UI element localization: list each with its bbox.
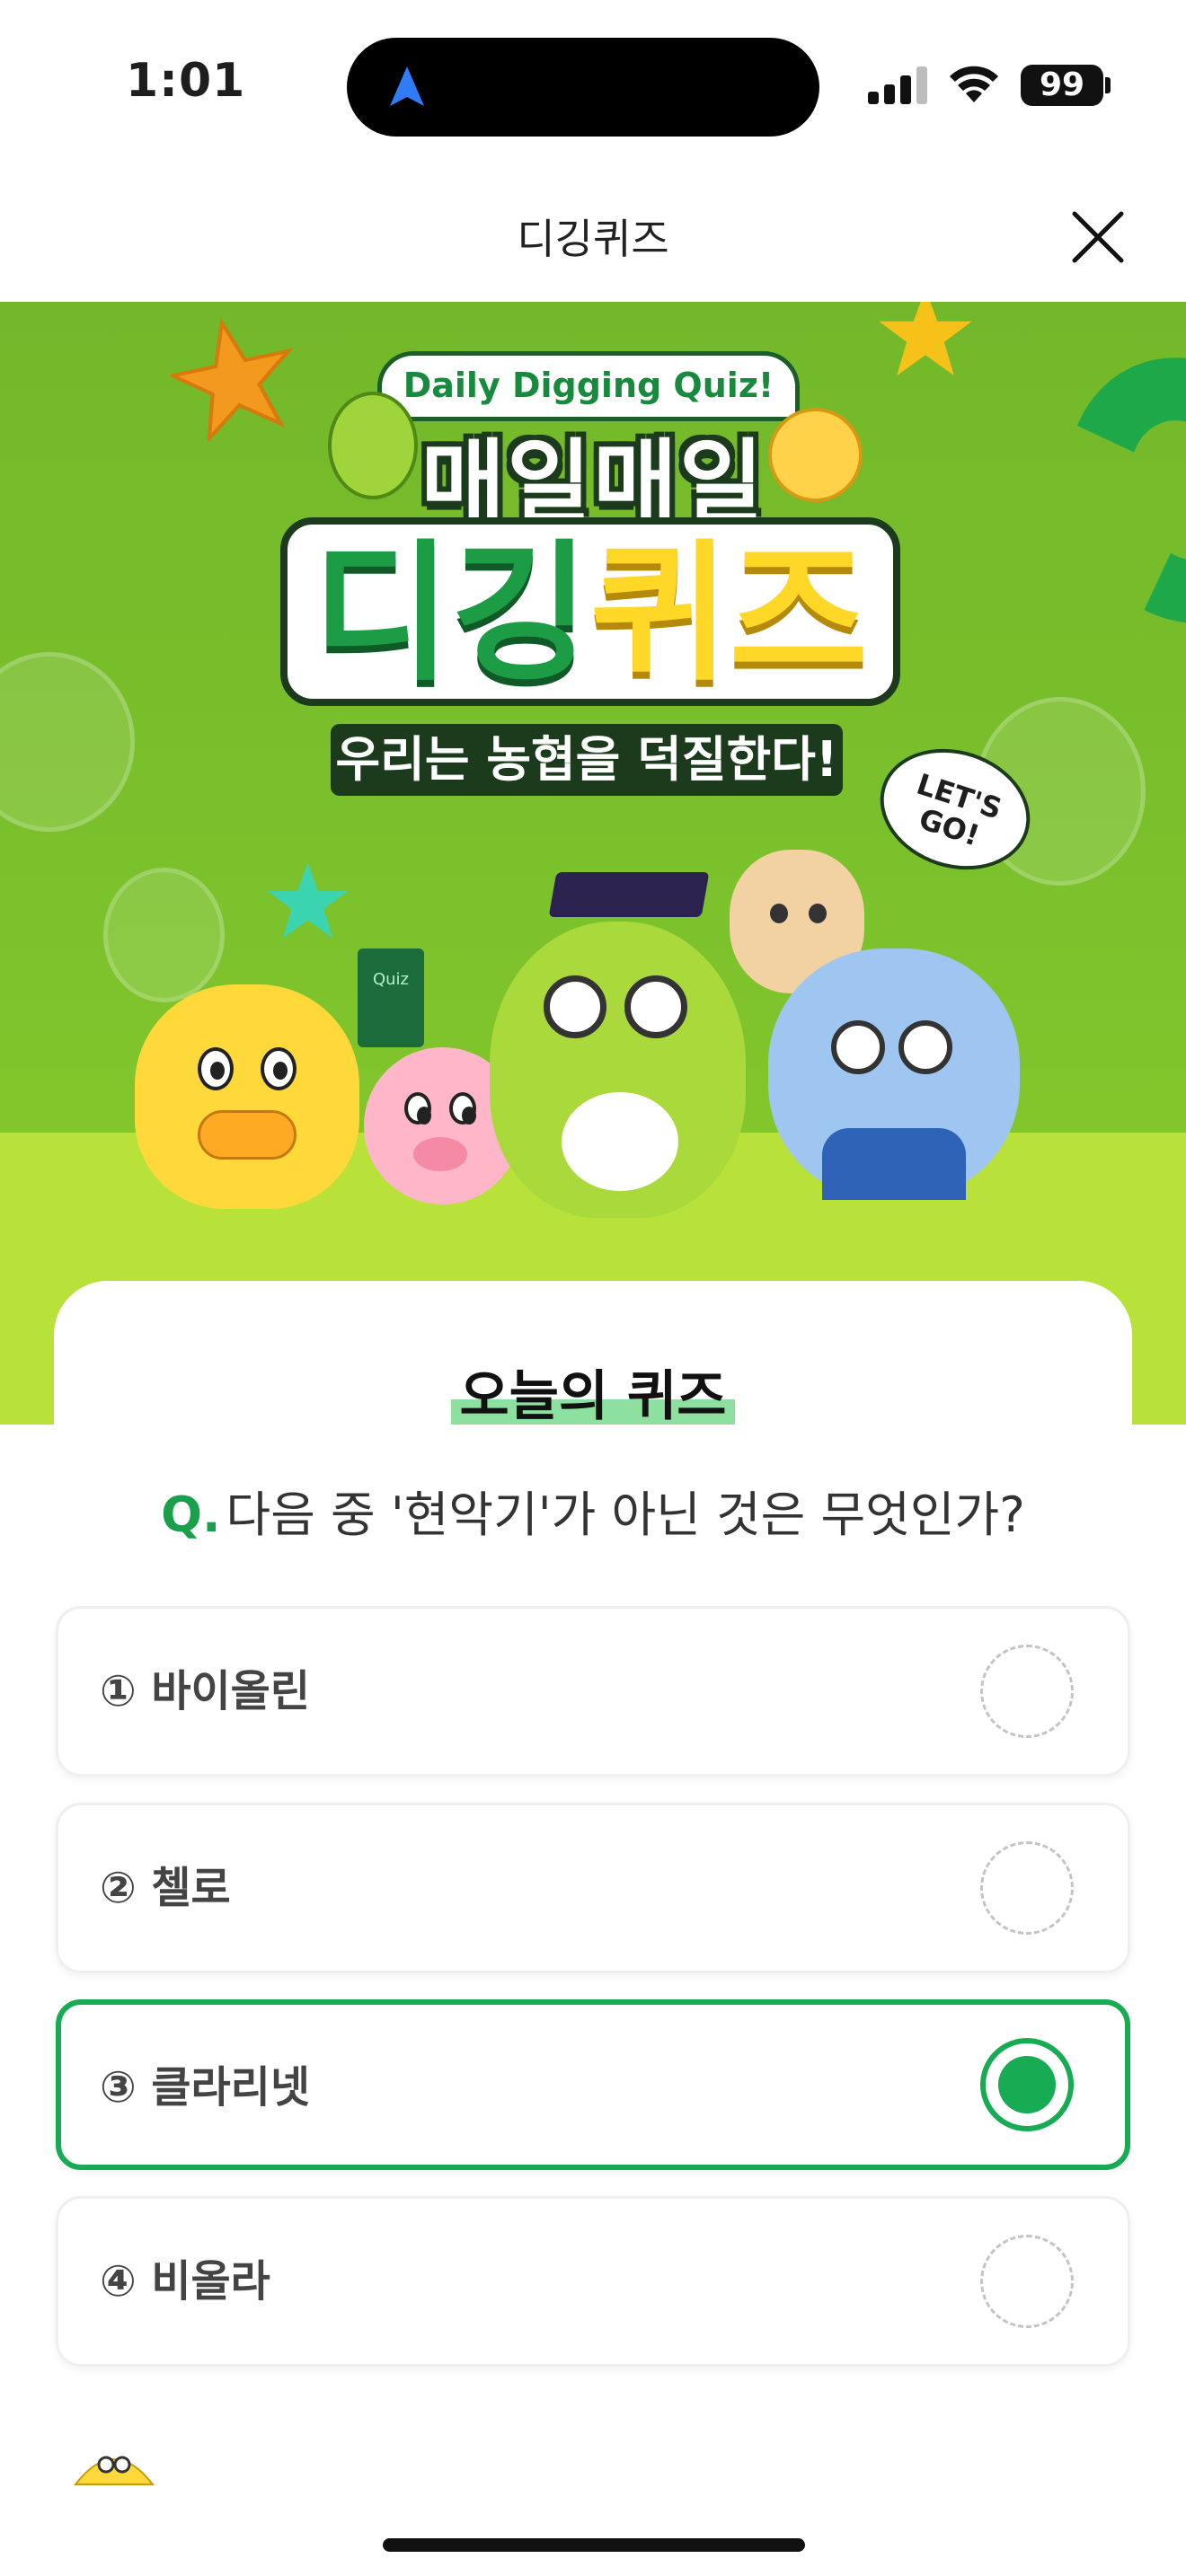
close-icon[interactable] [1064,203,1132,271]
quiz-question: Q. 다음 중 '현악기'가 아닌 것은 무엇인가? [0,1475,1186,1546]
yellow-duck-mascot [135,984,359,1209]
dynamic-island [347,38,819,137]
radio-empty-icon[interactable] [980,1645,1074,1738]
location-arrow-icon [390,66,424,106]
blue-elephant-mascot [768,948,1020,1200]
option-label: ② 첼로 [100,1863,231,1913]
wifi-icon [950,66,998,102]
star-icon [267,862,349,939]
green-mascot-left [328,392,418,499]
banner-slogan: 우리는 농협을 덕질한다! [331,724,843,796]
quiz-option-2[interactable]: ② 첼로 [56,1803,1130,1973]
option-label: ③ 클라리넷 [100,2062,310,2113]
banner-title-yellow: 퀴즈 [590,525,869,701]
radio-empty-icon[interactable] [980,1841,1074,1935]
radio-empty-icon[interactable] [980,2235,1074,2328]
quiz-banner: Daily Digging Quiz! 매일매일 디깅퀴즈 우리는 농협을 덕질… [0,302,1186,1425]
quiz-option-3[interactable]: ③ 클라리넷 [56,1999,1130,2170]
green-owl-mascot [490,872,746,1218]
option-label: ① 바이올린 [100,1666,310,1716]
battery-indicator: 99 [1021,65,1103,106]
quiz-heading-text: 오늘의 퀴즈 [450,1353,736,1431]
peeking-mascot-icon [74,2456,155,2485]
cellular-signal-icon [868,65,927,104]
quiz-book: Quiz [358,948,424,1047]
radio-checked-icon[interactable] [980,2038,1074,2131]
question-text: 다음 중 '현악기'가 아닌 것은 무엇인가? [226,1486,1025,1543]
banner-title-main: 디깅퀴즈 [280,528,900,699]
yellow-mascot-right [768,408,863,502]
banner-title-green: 디깅 [312,525,590,701]
option-label: ④ 비올라 [100,2256,270,2307]
balloon-decoration [0,652,135,832]
nav-header: 디깅퀴즈 [0,171,1186,302]
home-indicator [383,2538,805,2552]
quiz-heading: 오늘의 퀴즈 [0,1353,1186,1431]
status-bar: 1:01 99 [0,0,1186,171]
balloon-decoration [103,868,225,1002]
quiz-book-label: Quiz [372,970,410,989]
status-time: 1:01 [126,54,246,108]
quiz-option-4[interactable]: ④ 비올라 [56,2196,1130,2367]
question-prefix: Q. [161,1486,221,1543]
star-icon [879,302,972,376]
quiz-option-1[interactable]: ① 바이올린 [56,1606,1130,1777]
battery-tip [1105,77,1111,93]
page-title: 디깅퀴즈 [517,215,669,263]
